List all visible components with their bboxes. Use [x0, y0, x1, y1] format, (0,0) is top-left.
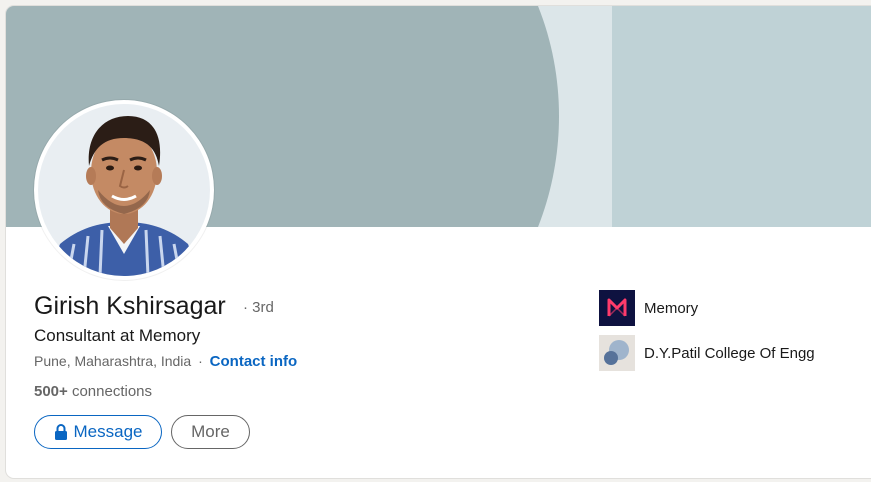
location-row: Pune, Maharashtra, India · Contact info — [34, 353, 297, 370]
profile-headline: Consultant at Memory — [34, 326, 201, 345]
memory-logo-icon — [599, 290, 635, 326]
sidebar-item-label: Memory — [644, 299, 699, 317]
more-button[interactable]: More — [171, 415, 250, 449]
avatar[interactable] — [34, 100, 214, 280]
sidebar-item-college[interactable]: D.Y.Patil College Of Engg — [599, 335, 815, 371]
sidebar-item-memory[interactable]: Memory — [599, 290, 698, 326]
profile-card: Girish Kshirsagar · 3rd Consultant at Me… — [6, 6, 871, 478]
lock-icon — [54, 424, 68, 440]
profile-photo — [38, 104, 210, 276]
sidebar-item-label: D.Y.Patil College Of Engg — [644, 344, 815, 362]
connection-degree: · 3rd — [243, 299, 274, 316]
profile-name: Girish Kshirsagar — [34, 292, 226, 320]
message-button-label: Message — [73, 422, 143, 441]
college-logo-icon — [599, 335, 635, 371]
connections-count-row[interactable]: 500+ connections — [34, 383, 152, 400]
connections-count: 500+ — [34, 383, 68, 400]
profile-location: Pune, Maharashtra, India — [34, 353, 192, 369]
separator: · — [198, 353, 203, 369]
connections-label: connections — [71, 383, 153, 400]
contact-info-link[interactable]: Contact info — [210, 353, 298, 370]
more-button-label: More — [191, 422, 230, 441]
message-button[interactable]: Message — [34, 415, 162, 449]
